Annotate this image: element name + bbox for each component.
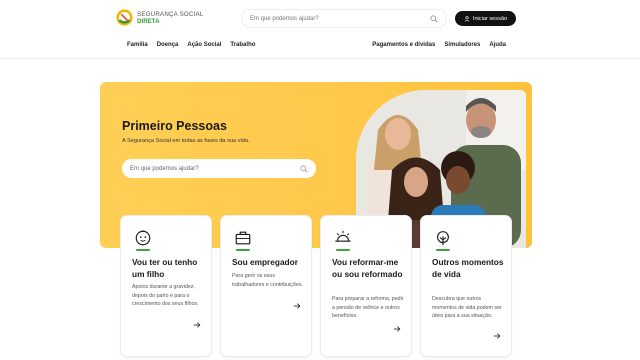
nav-item-trabalho[interactable]: Trabalho <box>230 42 255 48</box>
arrow-right-icon <box>293 303 301 309</box>
secondary-nav: Pagamentos e dívidas Simuladores Ajuda <box>372 42 506 48</box>
logo-line2: DIRETA <box>137 17 160 25</box>
card-title: Sou empregador <box>232 257 298 267</box>
nav-item-simuladores[interactable]: Simuladores <box>444 42 480 48</box>
hero-search-input[interactable]: Em que podemos ajudar? <box>122 159 316 178</box>
main-nav: Família Doença Ação Social Trabalho <box>127 42 255 48</box>
card-outros-momentos[interactable]: Outros momentos de vida Descubra que out… <box>421 216 511 356</box>
logo-line1: SEGURANÇA SOCIAL <box>137 10 204 18</box>
logo[interactable]: SEGURANÇA SOCIAL DIRETA <box>116 9 203 26</box>
briefcase-icon <box>235 231 251 245</box>
card-filho[interactable]: Vou ter ou tenho um filho Apoios durante… <box>121 216 211 356</box>
arrow-right-icon <box>393 326 401 332</box>
login-button[interactable]: Iniciar sessão <box>455 11 516 26</box>
hero-subtitle: A Segurança Social em todas as fases da … <box>122 138 250 144</box>
icon-underline <box>236 249 250 251</box>
user-icon <box>464 15 470 22</box>
icon-underline <box>136 249 150 251</box>
tree-icon <box>437 231 449 246</box>
sunset-icon <box>335 230 351 242</box>
nav-item-familia[interactable]: Família <box>127 42 148 48</box>
nav-item-doenca[interactable]: Doença <box>157 42 179 48</box>
card-title: Vou reformar-me ou sou reformado <box>332 257 403 280</box>
header-search-placeholder: Em que podemos ajudar? <box>250 15 319 22</box>
search-icon <box>430 14 438 22</box>
card-description: Descubra que outros momentos de vida pod… <box>432 296 502 320</box>
baby-icon <box>135 230 151 246</box>
card-description: Apoios durante a gravidez, depois do par… <box>132 284 199 308</box>
card-title: Vou ter ou tenho um filho <box>132 257 198 280</box>
icon-underline <box>336 249 350 251</box>
card-description: Para gerir os seus trabalhadores e contr… <box>232 273 303 288</box>
arrow-right-icon <box>193 322 201 328</box>
site-header: SEGURANÇA SOCIAL DIRETA Em que podemos a… <box>0 0 640 60</box>
logo-text: SEGURANÇA SOCIAL DIRETA <box>137 11 203 25</box>
card-description: Para preparar a reforma, pedir a pensão … <box>332 296 404 320</box>
card-title: Outros momentos de vida <box>432 257 504 280</box>
hero-title: Primeiro Pessoas <box>122 119 227 133</box>
nav-item-pagamentos[interactable]: Pagamentos e dívidas <box>372 42 435 48</box>
nav-item-acao-social[interactable]: Ação Social <box>187 42 221 48</box>
arrow-right-icon <box>493 333 501 339</box>
icon-underline <box>436 249 450 251</box>
card-reforma[interactable]: Vou reformar-me ou sou reformado Para pr… <box>321 216 411 356</box>
search-icon <box>300 164 308 172</box>
header-search-input[interactable]: Em que podemos ajudar? <box>242 10 446 27</box>
hero-search-placeholder: Em que podemos ajudar? <box>130 165 199 172</box>
card-empregador[interactable]: Sou empregador Para gerir os seus trabal… <box>221 216 311 356</box>
header-divider <box>0 58 640 59</box>
nav-item-ajuda[interactable]: Ajuda <box>489 42 506 48</box>
logo-icon <box>116 9 133 26</box>
login-label: Iniciar sessão <box>472 15 508 22</box>
